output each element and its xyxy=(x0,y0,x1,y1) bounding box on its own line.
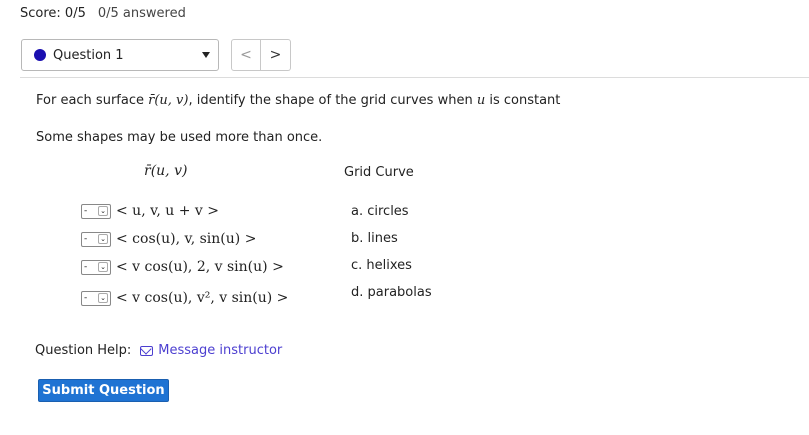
chevron-down-icon: ⌄ xyxy=(98,293,108,303)
match-row: - ⌄ < v cos(u), v², v sin(u) > xyxy=(81,290,288,306)
score-bar: Score: 0/5 0/5 answered xyxy=(20,6,186,21)
option-circles: a. circles xyxy=(351,204,409,219)
chevron-right-icon: > xyxy=(269,47,282,63)
question-help: Question Help: Message instructor xyxy=(35,343,282,358)
prompt-math: r̄(u, v) xyxy=(148,93,189,108)
answer-select[interactable]: - ⌄ xyxy=(81,290,111,306)
surface-expression: < v cos(u), 2, v sin(u) > xyxy=(116,259,284,275)
answer-select-value: - xyxy=(84,234,88,244)
score-text: Score: 0/5 xyxy=(20,6,86,21)
previous-question-button[interactable]: < xyxy=(231,39,261,71)
match-row: - ⌄ < v cos(u), 2, v sin(u) > xyxy=(81,259,284,275)
option-lines: b. lines xyxy=(351,231,398,246)
question-select-label: Question 1 xyxy=(53,47,124,63)
next-question-button[interactable]: > xyxy=(261,39,291,71)
match-row: - ⌄ < u, v, u + v > xyxy=(81,203,219,219)
chevron-down-icon: ⌄ xyxy=(98,262,108,272)
surface-expression: < v cos(u), v², v sin(u) > xyxy=(116,290,289,306)
option-helixes: c. helixes xyxy=(351,258,412,273)
answer-select-value: - xyxy=(84,206,88,216)
submit-question-button[interactable]: Submit Question xyxy=(38,379,169,402)
answer-select-value: - xyxy=(84,293,88,303)
surface-expression: < u, v, u + v > xyxy=(116,203,219,219)
match-row: - ⌄ < cos(u), v, sin(u) > xyxy=(81,231,256,247)
prompt-text-end: is constant xyxy=(485,93,561,108)
prompt-variable: u xyxy=(476,93,486,108)
prompt-text-mid: , identify the shape of the grid curves … xyxy=(188,93,477,108)
question-prompt: For each surface r̄(u, v), identify the … xyxy=(36,93,560,108)
chevron-down-icon: ⌄ xyxy=(98,234,108,244)
answer-select[interactable]: - ⌄ xyxy=(81,203,111,219)
chevron-down-icon: ⌄ xyxy=(98,206,108,216)
question-help-label: Question Help: xyxy=(35,343,132,358)
surface-column-header: r̄(u, v) xyxy=(144,163,188,179)
question-note: Some shapes may be used more than once. xyxy=(36,130,323,145)
question-select[interactable]: Question 1 xyxy=(21,39,219,71)
answer-select[interactable]: - ⌄ xyxy=(81,231,111,247)
question-status-dot xyxy=(34,49,46,61)
option-parabolas: d. parabolas xyxy=(351,285,432,300)
answered-count: 0/5 answered xyxy=(97,6,186,21)
chevron-left-icon: < xyxy=(240,47,252,63)
grid-curve-column-header: Grid Curve xyxy=(344,165,414,180)
prompt-text: For each surface xyxy=(36,93,149,108)
answer-select-value: - xyxy=(84,262,88,272)
surface-expression: < cos(u), v, sin(u) > xyxy=(116,231,257,247)
mail-icon xyxy=(140,345,154,356)
divider xyxy=(20,77,809,78)
message-instructor-link[interactable]: Message instructor xyxy=(158,343,282,358)
chevron-down-icon xyxy=(202,52,210,58)
answer-select[interactable]: - ⌄ xyxy=(81,259,111,275)
